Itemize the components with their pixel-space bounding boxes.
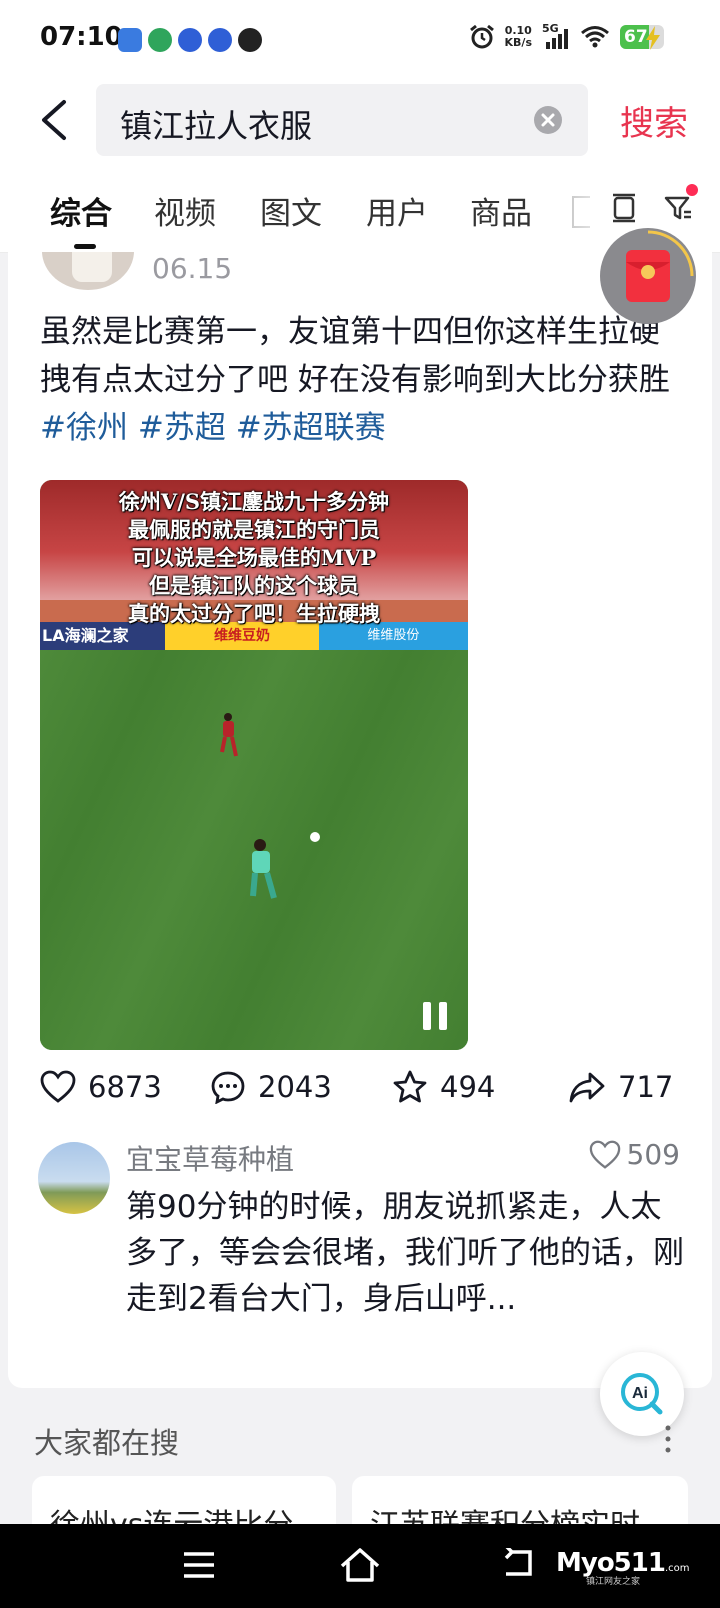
post-stats: 6873 2043 494 717 — [40, 1070, 680, 1114]
comment-like-button[interactable]: 509 — [589, 1138, 680, 1171]
filter-icon[interactable] — [662, 192, 694, 224]
tab-all[interactable]: 综合 — [50, 188, 112, 233]
signal-icon: 5G — [542, 23, 570, 50]
red-packet-button[interactable] — [600, 228, 696, 324]
notification-icons — [118, 28, 262, 52]
heart-icon — [589, 1140, 620, 1169]
clear-icon[interactable] — [534, 106, 562, 134]
comment-button[interactable]: 2043 — [210, 1070, 332, 1104]
share-icon — [569, 1072, 605, 1103]
tab-products[interactable]: 商品 — [470, 188, 532, 233]
comment-text[interactable]: 第90分钟的时候，朋友说抓紧走，人太多了，等会会很堵，我们听了他的话，刚走到2看… — [126, 1184, 686, 1322]
back-icon[interactable] — [36, 98, 76, 142]
pause-icon[interactable] — [420, 1000, 450, 1032]
baidu-icon — [208, 28, 232, 52]
search-input[interactable]: 镇江拉人衣服 — [96, 84, 588, 156]
system-nav-bar: Myo511.com 镇江网友之家 — [0, 1524, 720, 1608]
tab-users[interactable]: 用户 — [366, 188, 428, 233]
search-query: 镇江拉人衣服 — [120, 107, 313, 145]
post-date: 06.15 — [152, 252, 233, 285]
video-caption: 徐州V/S镇江鏖战九十多分钟 最佩服的就是镇江的守门员 可以说是全场最佳的MVP… — [118, 489, 390, 626]
star-icon — [393, 1070, 427, 1103]
menu-icon[interactable] — [182, 1550, 216, 1580]
video-player[interactable]: LA海澜之家 维维豆奶 维维股份 徐州V/S镇江鏖战九十多分钟 最佩服的就是镇江… — [40, 480, 468, 1050]
player-figure — [250, 839, 277, 899]
heart-icon — [40, 1070, 76, 1103]
trending-title: 大家都在搜 — [34, 1426, 180, 1460]
hashtag-link[interactable]: #苏超 — [138, 410, 226, 446]
svg-text:Ai: Ai — [632, 1385, 648, 1402]
status-bar: 07:10 0.10 KB/s 5G 67 — [0, 0, 720, 80]
red-envelope-icon — [626, 230, 694, 302]
status-time: 07:10 — [40, 22, 123, 52]
commenter-avatar[interactable] — [38, 1142, 110, 1214]
search-header: 镇江拉人衣服 搜索 — [0, 80, 720, 164]
back-nav-icon[interactable] — [500, 1548, 536, 1580]
share-button[interactable]: 717 — [568, 1070, 673, 1104]
site-watermark: Myo511.com 镇江网友之家 — [556, 1548, 690, 1587]
tab-video[interactable]: 视频 — [154, 188, 216, 233]
player-figure — [220, 713, 238, 757]
wifi-icon — [581, 26, 609, 48]
tab-image-text[interactable]: 图文 — [260, 188, 322, 233]
author-avatar[interactable] — [42, 252, 134, 290]
post-card[interactable]: 06.15 虽然是比赛第一，友谊第十四但你这样生拉硬拽有点太过分了吧 好在没有影… — [8, 252, 712, 1388]
home-icon[interactable] — [338, 1546, 382, 1584]
qq-icon — [238, 28, 262, 52]
alarm-icon — [469, 24, 494, 49]
post-body: 虽然是比赛第一，友谊第十四但你这样生拉硬拽有点太过分了吧 好在没有影响到大比分获… — [40, 314, 670, 398]
commenter-name[interactable]: 宜宝草莓种植 — [126, 1138, 294, 1178]
football — [310, 832, 320, 842]
hashtag-link[interactable]: #苏超联赛 — [236, 410, 386, 446]
post-text: 虽然是比赛第一，友谊第十四但你这样生拉硬拽有点太过分了吧 好在没有影响到大比分获… — [40, 308, 680, 452]
favorite-button[interactable]: 494 — [392, 1070, 495, 1104]
layout-switch-icon[interactable] — [608, 192, 640, 224]
search-button[interactable]: 搜索 — [620, 96, 688, 145]
charging-icon — [646, 26, 660, 50]
app-notification-icon — [148, 28, 172, 52]
hashtag-link[interactable]: #徐州 — [40, 410, 128, 446]
like-button[interactable]: 6873 — [40, 1070, 162, 1104]
status-indicators: 0.10 KB/s 5G 67 — [469, 23, 664, 50]
active-tab-indicator — [74, 244, 96, 249]
baidu-icon — [178, 28, 202, 52]
more-options-icon[interactable] — [664, 1424, 672, 1454]
net-speed: 0.10 KB/s — [504, 24, 532, 49]
app-notification-icon — [118, 28, 142, 52]
notification-dot — [686, 184, 698, 196]
comment-icon — [211, 1071, 245, 1104]
